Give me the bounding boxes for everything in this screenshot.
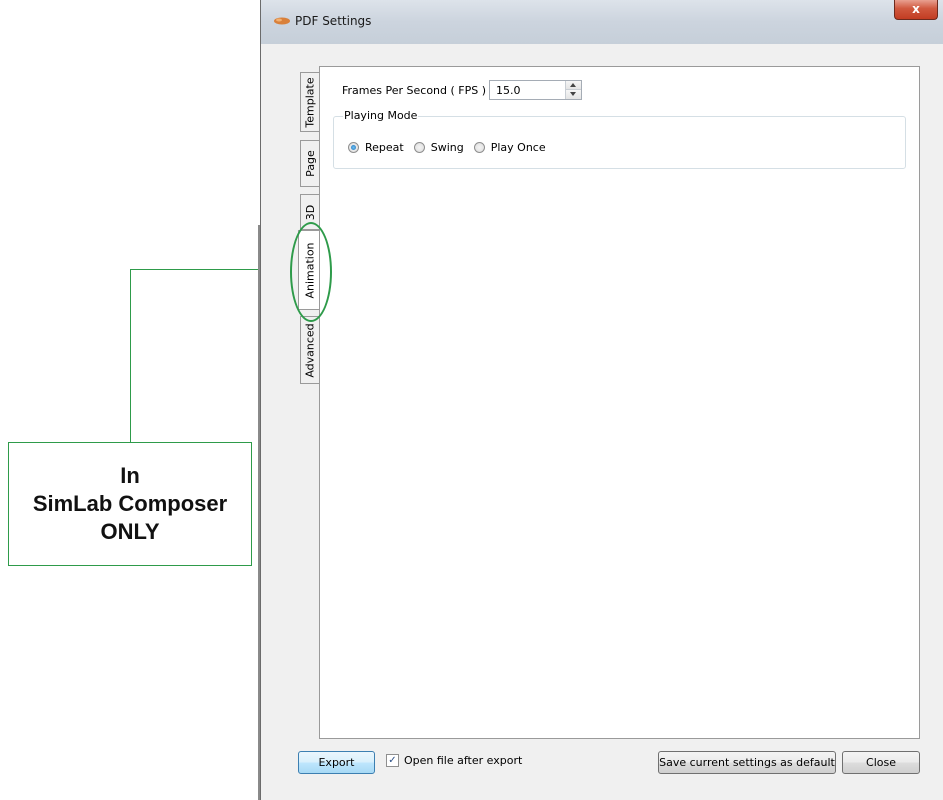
radio-repeat-label[interactable]: Repeat	[365, 141, 404, 154]
close-button[interactable]: Close	[842, 751, 920, 774]
titlebar[interactable]: PDF Settings x	[261, 0, 943, 44]
save-default-button-label: Save current settings as default	[659, 756, 835, 769]
radio-swing-label[interactable]: Swing	[431, 141, 464, 154]
animation-panel: Frames Per Second ( FPS ) 15.0 Playing M…	[319, 66, 920, 739]
open-after-export-label[interactable]: Open file after export	[404, 754, 522, 767]
radio-play-once-label[interactable]: Play Once	[491, 141, 546, 154]
open-after-export-option[interactable]: ✓ Open file after export	[386, 754, 522, 767]
radio-repeat[interactable]: Repeat	[348, 141, 404, 154]
tab-advanced-label: Advanced	[304, 322, 317, 378]
annotation-callout: In SimLab Composer ONLY	[8, 442, 252, 566]
close-window-button[interactable]: x	[894, 0, 938, 20]
export-button[interactable]: Export	[298, 751, 375, 774]
spin-down-icon[interactable]	[566, 90, 581, 99]
close-button-label: Close	[866, 756, 896, 769]
dialog-client-area: Template Page 3D Animation Advanced Fram…	[261, 44, 943, 800]
window-title: PDF Settings	[295, 14, 372, 28]
export-button-label: Export	[318, 756, 355, 769]
callout-line-3: ONLY	[100, 519, 160, 544]
fps-spin-buttons	[565, 81, 581, 99]
radio-unchecked-icon[interactable]	[413, 142, 425, 153]
playing-mode-group: Playing Mode Repeat Swing Play Once	[333, 109, 906, 169]
radio-swing[interactable]: Swing	[413, 141, 464, 154]
app-icon	[274, 17, 290, 25]
checkbox-checked-icon[interactable]: ✓	[386, 754, 399, 767]
tab-template-label: Template	[304, 76, 318, 128]
radio-unchecked-icon[interactable]	[473, 142, 485, 153]
tab-advanced[interactable]: Advanced	[300, 316, 320, 384]
tab-page[interactable]: Page	[300, 140, 320, 187]
callout-connector-vertical	[130, 269, 131, 443]
callout-line-1: In	[120, 463, 140, 488]
pdf-settings-dialog: PDF Settings x Template Page 3D Animatio…	[260, 0, 943, 800]
callout-line-2: SimLab Composer	[32, 491, 228, 516]
tab-3d-label: 3D	[304, 204, 317, 220]
radio-checked-icon[interactable]	[348, 142, 359, 153]
tab-template[interactable]: Template	[300, 72, 320, 132]
tab-page-label: Page	[304, 150, 318, 177]
playing-mode-title: Playing Mode	[343, 109, 419, 122]
spin-up-icon[interactable]	[566, 81, 581, 90]
close-icon: x	[912, 2, 920, 16]
callout-connector-horizontal	[130, 269, 272, 270]
fps-label: Frames Per Second ( FPS )	[342, 84, 487, 97]
radio-play-once[interactable]: Play Once	[473, 141, 546, 154]
fps-value[interactable]: 15.0	[496, 84, 521, 97]
save-default-button[interactable]: Save current settings as default	[658, 751, 836, 774]
fps-spinbox[interactable]: 15.0	[489, 80, 582, 100]
animation-tab-highlight	[290, 222, 332, 322]
playing-mode-options: Repeat Swing Play Once	[348, 141, 556, 154]
